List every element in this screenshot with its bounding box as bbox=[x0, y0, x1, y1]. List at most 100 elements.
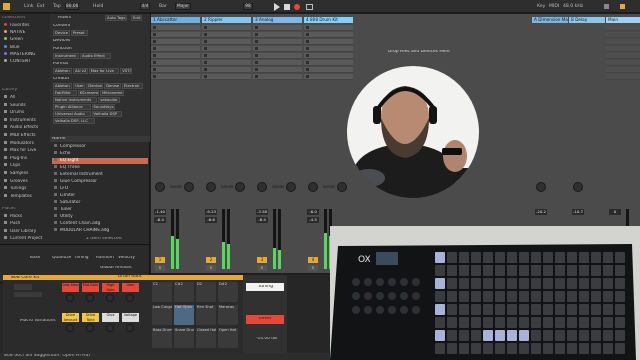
clip-slot[interactable] bbox=[202, 39, 251, 45]
clip-stop-icon[interactable] bbox=[204, 61, 207, 64]
drum-pad[interactable]: C2 bbox=[152, 282, 172, 302]
filter-chip[interactable]: Plugin Alliance bbox=[53, 104, 91, 110]
scene-slot[interactable] bbox=[606, 39, 640, 45]
track-header[interactable]: 4 808 Drum Kit bbox=[304, 17, 353, 23]
filter-chip[interactable]: Valhalla DSP, LLC bbox=[53, 118, 96, 124]
track-volume[interactable]: -3.58 bbox=[256, 209, 268, 215]
browser-list-item[interactable]: Tuner bbox=[52, 207, 148, 213]
drum-pad[interactable]: Rim Shot bbox=[196, 305, 216, 325]
filter-chip[interactable]: AU v2 bbox=[73, 68, 88, 74]
bar-label[interactable]: Bar bbox=[159, 3, 167, 10]
library-item[interactable]: Templates bbox=[4, 193, 48, 200]
library-item[interactable]: Plug-Ins bbox=[4, 155, 48, 162]
clip-stop-icon[interactable] bbox=[255, 47, 258, 50]
clip-stop-icon[interactable] bbox=[204, 54, 207, 57]
send-b-knob[interactable] bbox=[184, 182, 194, 192]
track-volume[interactable]: -9.23 bbox=[205, 209, 217, 215]
solo-button[interactable]: S bbox=[155, 265, 165, 271]
filter-chip[interactable]: User bbox=[73, 83, 86, 89]
send-a-knob[interactable] bbox=[155, 182, 165, 192]
groove-column-header[interactable]: Random bbox=[96, 256, 114, 260]
filter-chip[interactable]: FabFilter bbox=[53, 90, 77, 96]
clip-slot[interactable] bbox=[253, 46, 302, 52]
folder-expand-icon[interactable] bbox=[54, 172, 57, 175]
scene-slot[interactable] bbox=[606, 46, 640, 52]
clip-slot[interactable] bbox=[202, 25, 251, 31]
scene-slot[interactable] bbox=[606, 67, 640, 73]
clip-stop-icon[interactable] bbox=[255, 75, 258, 78]
macro-knob-label[interactable]: Voltage bbox=[122, 313, 139, 322]
clip-slot[interactable] bbox=[304, 67, 353, 73]
folder-expand-icon[interactable] bbox=[54, 193, 57, 196]
collection-item[interactable]: NATIVE bbox=[4, 30, 48, 36]
send-b-knob[interactable] bbox=[286, 182, 296, 192]
play-icon[interactable] bbox=[274, 3, 280, 11]
return-track-header[interactable]: B Delay bbox=[569, 17, 605, 23]
filter-chip[interactable]: sakaudio bbox=[98, 97, 120, 103]
clip-slot[interactable] bbox=[253, 74, 302, 80]
macro-knob[interactable] bbox=[66, 294, 74, 302]
clip-stop-icon[interactable] bbox=[306, 54, 309, 57]
library-item[interactable]: Drums bbox=[4, 110, 48, 116]
collection-item[interactable]: Green bbox=[4, 37, 48, 43]
clip-slot[interactable] bbox=[151, 60, 200, 66]
clip-stop-icon[interactable] bbox=[204, 26, 207, 29]
clip-stop-icon[interactable] bbox=[153, 40, 156, 43]
drum-pad[interactable]: Hat Open bbox=[174, 305, 194, 325]
macro-knob-label[interactable]: Glue bbox=[102, 313, 119, 322]
clip-slot[interactable] bbox=[202, 46, 251, 52]
link-indicator-icon[interactable] bbox=[3, 3, 10, 10]
folder-expand-icon[interactable] bbox=[54, 228, 57, 231]
library-item[interactable]: Modulators bbox=[4, 140, 48, 147]
clip-stop-icon[interactable] bbox=[306, 26, 309, 29]
clip-slot[interactable] bbox=[202, 32, 251, 38]
clip-slot[interactable] bbox=[202, 53, 251, 59]
level-panel[interactable]: Level bbox=[246, 315, 284, 324]
clip-slot[interactable] bbox=[253, 67, 302, 73]
track-activator[interactable]: 2 bbox=[206, 257, 216, 263]
clip-stop-icon[interactable] bbox=[306, 68, 309, 71]
clip-slot[interactable] bbox=[151, 74, 200, 80]
browser-list-item[interactable]: Glue Compressor bbox=[52, 179, 148, 185]
track-activator[interactable]: 1 bbox=[155, 257, 165, 263]
browser-list-item[interactable]: External Instrument bbox=[52, 172, 148, 178]
clip-stop-icon[interactable] bbox=[306, 47, 309, 50]
link-label[interactable]: Link bbox=[24, 3, 33, 10]
clip-stop-icon[interactable] bbox=[153, 54, 156, 57]
main-track-header[interactable]: Main bbox=[606, 17, 640, 23]
filter-chip[interactable]: KScreams bbox=[77, 90, 100, 96]
drum-pad[interactable]: Bass Drum bbox=[152, 328, 172, 348]
time-signature-field[interactable]: 4/4 bbox=[140, 3, 150, 10]
send-b-knob[interactable] bbox=[337, 182, 347, 192]
clip-slot[interactable] bbox=[202, 60, 251, 66]
clip-stop-icon[interactable] bbox=[204, 68, 207, 71]
clip-slot[interactable] bbox=[253, 25, 302, 31]
midi-map-button[interactable]: MIDI bbox=[549, 3, 559, 10]
folder-expand-icon[interactable] bbox=[54, 200, 57, 203]
drum-pad[interactable]: Closed Hat bbox=[196, 328, 216, 348]
clip-stop-icon[interactable] bbox=[255, 68, 258, 71]
collection-item[interactable]: MASTERING bbox=[4, 51, 48, 58]
clip-slot[interactable] bbox=[304, 60, 353, 66]
macro-knob-label[interactable]: Drive Tone bbox=[82, 313, 99, 322]
macro-knob-label[interactable]: High Gain bbox=[102, 283, 119, 292]
record-icon[interactable] bbox=[294, 4, 300, 10]
clip-slot[interactable] bbox=[304, 32, 353, 38]
clip-stop-icon[interactable] bbox=[153, 68, 156, 71]
clip-stop-icon[interactable] bbox=[153, 33, 156, 36]
places-item[interactable]: Push bbox=[4, 221, 48, 227]
track-pan[interactable]: -6.4 bbox=[256, 217, 268, 223]
groove-column-header[interactable]: Timing bbox=[74, 256, 89, 260]
clip-slot[interactable] bbox=[304, 74, 353, 80]
browser-list-item[interactable]: LFO bbox=[52, 186, 148, 192]
macro-knob-label[interactable]: Low Amp bbox=[62, 283, 79, 292]
folder-expand-icon[interactable] bbox=[54, 165, 57, 168]
track-volume[interactable]: -6.0 bbox=[307, 209, 319, 215]
browser-list-item[interactable]: Content Chain.adg bbox=[52, 221, 148, 227]
send-a-knob[interactable] bbox=[206, 182, 216, 192]
places-item[interactable]: User Library bbox=[4, 228, 48, 235]
clip-stop-icon[interactable] bbox=[153, 26, 156, 29]
macro-new-button[interactable] bbox=[14, 284, 32, 290]
clip-slot[interactable] bbox=[202, 67, 251, 73]
library-item[interactable]: Max for Live bbox=[4, 148, 48, 154]
